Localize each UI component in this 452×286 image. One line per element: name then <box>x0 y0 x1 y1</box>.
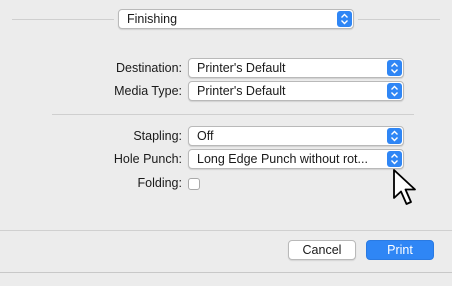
hole-punch-label: Hole Punch: <box>113 152 182 166</box>
stapling-label: Stapling: <box>133 129 182 143</box>
media-type-value: Printer's Default <box>197 84 286 98</box>
stapling-popup[interactable]: Off <box>188 126 404 146</box>
up-down-arrows-icon <box>387 60 402 76</box>
up-down-arrows-icon <box>387 83 402 99</box>
section-separator <box>52 114 414 115</box>
print-button[interactable]: Print <box>366 240 434 260</box>
panel-selector-value: Finishing <box>127 12 178 26</box>
up-down-arrows-icon <box>387 151 402 167</box>
window-bottom-edge <box>0 272 452 273</box>
up-down-arrows-icon <box>337 11 352 27</box>
mouse-pointer-icon <box>392 168 420 211</box>
media-type-label: Media Type: <box>114 84 182 98</box>
media-type-popup[interactable]: Printer's Default <box>188 81 404 101</box>
stapling-value: Off <box>197 129 214 143</box>
destination-label: Destination: <box>115 61 182 75</box>
up-down-arrows-icon <box>387 128 402 144</box>
destination-value: Printer's Default <box>197 61 286 75</box>
folding-checkbox[interactable] <box>188 178 200 190</box>
top-separator-left <box>12 19 114 20</box>
folding-label: Folding: <box>137 176 182 190</box>
destination-popup[interactable]: Printer's Default <box>188 58 404 78</box>
top-separator-right <box>358 19 440 20</box>
footer-divider <box>0 230 452 231</box>
cancel-button[interactable]: Cancel <box>288 240 356 260</box>
hole-punch-value: Long Edge Punch without rot... <box>197 152 368 166</box>
hole-punch-popup[interactable]: Long Edge Punch without rot... <box>188 149 404 169</box>
panel-selector-popup[interactable]: Finishing <box>118 9 354 29</box>
